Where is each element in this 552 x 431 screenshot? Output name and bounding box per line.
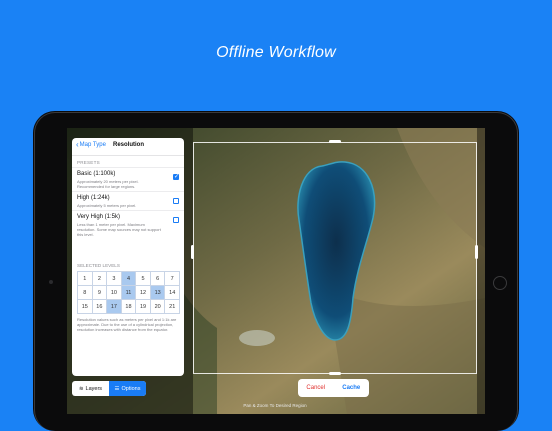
- layers-label: Layers: [85, 385, 103, 392]
- headline: Offline Workflow: [216, 44, 336, 61]
- resolution-note: Resolution values such as meters per pix…: [77, 317, 177, 332]
- cancel-button[interactable]: Cancel: [298, 379, 334, 397]
- checkbox-basic[interactable]: [173, 173, 179, 180]
- level-cell[interactable]: 1: [78, 272, 93, 286]
- levels-header: SELECTED LEVELS: [77, 263, 120, 268]
- sliders-icon: ☰: [114, 385, 120, 392]
- options-label: Options: [121, 385, 141, 392]
- cache-button[interactable]: Cache: [334, 379, 370, 397]
- level-cell[interactable]: 16: [92, 300, 108, 314]
- level-cell[interactable]: 4: [121, 272, 137, 286]
- pan-zoom-hint: Pan & Zoom To Desired Region: [243, 403, 307, 408]
- options-tab[interactable]: ☰ Options: [109, 381, 146, 396]
- map-shade-right: [477, 128, 485, 414]
- home-button: [493, 276, 507, 290]
- back-label: Map Type: [79, 142, 106, 148]
- preset-basic[interactable]: Basic (1:100k) Approximately 20 meters p…: [72, 167, 184, 191]
- panel-nav-bar: ‹ Map Type Resolution: [72, 138, 184, 156]
- level-cell[interactable]: 20: [150, 300, 166, 314]
- level-cell[interactable]: 14: [165, 286, 180, 300]
- preset-title: Basic (1:100k): [77, 171, 116, 177]
- level-cell[interactable]: 21: [165, 300, 180, 314]
- preset-description: Less than 1 meter per pixel. Maximum res…: [77, 222, 161, 237]
- level-cell[interactable]: 13: [150, 286, 166, 300]
- preset-very-high[interactable]: Very High (1:5k) Less than 1 meter per p…: [72, 210, 184, 239]
- bottom-segmented-control: ≋ Layers ☰ Options: [72, 381, 146, 396]
- right-handle[interactable]: [475, 245, 478, 259]
- region-selection[interactable]: [193, 142, 477, 374]
- preset-title: High (1:24k): [77, 195, 110, 201]
- level-cell[interactable]: 7: [165, 272, 180, 286]
- resolution-panel: ‹ Map Type Resolution PRESETS Basic (1:1…: [72, 138, 184, 376]
- level-cell[interactable]: 10: [107, 286, 122, 300]
- checkbox-high[interactable]: [173, 198, 179, 204]
- preset-description: Approximately 20 meters per pixel. Recom…: [77, 179, 139, 189]
- level-cell[interactable]: 18: [121, 300, 137, 314]
- level-cell[interactable]: 5: [136, 272, 151, 286]
- level-cell[interactable]: 3: [107, 272, 122, 286]
- layers-icon: ≋: [78, 385, 84, 392]
- preset-title: Very High (1:5k): [77, 214, 121, 220]
- level-cell[interactable]: 8: [78, 286, 93, 300]
- level-cell[interactable]: 17: [107, 300, 122, 314]
- action-buttons: Cancel Cache: [298, 379, 369, 397]
- level-cell[interactable]: 15: [78, 300, 93, 314]
- level-cell[interactable]: 11: [121, 286, 137, 300]
- chevron-left-icon: ‹: [76, 140, 79, 149]
- presets-header: PRESETS: [77, 160, 100, 165]
- bottom-handle[interactable]: [329, 372, 341, 375]
- preset-description: Approximately 5 meters per pixel.: [77, 203, 137, 208]
- level-cell[interactable]: 2: [92, 272, 108, 286]
- back-button[interactable]: ‹ Map Type: [76, 140, 106, 149]
- panel-title: Resolution: [113, 142, 144, 148]
- level-cell[interactable]: 12: [136, 286, 151, 300]
- left-handle[interactable]: [191, 245, 194, 259]
- preset-high[interactable]: High (1:24k) Approximately 5 meters per …: [72, 191, 184, 210]
- level-cell[interactable]: 9: [92, 286, 108, 300]
- top-handle[interactable]: [329, 140, 341, 143]
- level-cell[interactable]: 6: [150, 272, 166, 286]
- level-cell[interactable]: 19: [136, 300, 151, 314]
- checkbox-very-high[interactable]: [173, 217, 179, 223]
- level-grid: 1 2 3 4 5 6 7 8 9 10 11 12 13 14 15 16 17 18 19 20 21: [77, 271, 180, 314]
- layers-tab[interactable]: ≋ Layers: [72, 381, 109, 396]
- camera: [49, 280, 53, 284]
